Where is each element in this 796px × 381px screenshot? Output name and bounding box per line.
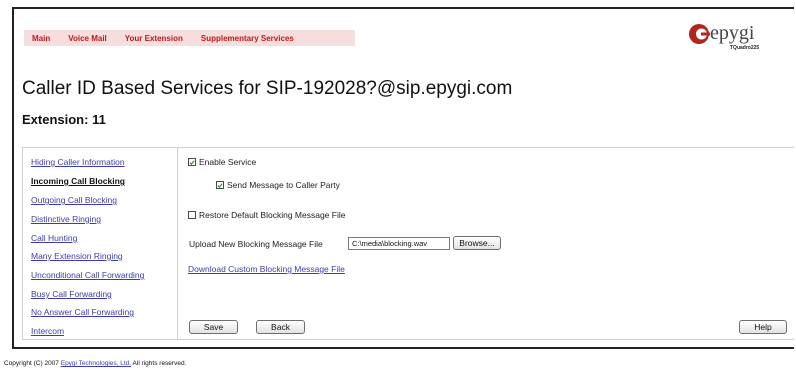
logo-model: TQuadro225 (730, 45, 760, 51)
enable-service-label: Enable Service (199, 157, 257, 167)
send-message-label: Send Message to Caller Party (227, 180, 340, 190)
footer-company-link[interactable]: Epygi Technologies, Ltd. (61, 360, 131, 367)
restore-default-label: Restore Default Blocking Message File (199, 210, 346, 220)
upload-label: Upload New Blocking Message File (189, 239, 323, 249)
restore-default-row: Restore Default Blocking Message File (188, 210, 345, 220)
checkmark-icon (189, 159, 195, 165)
nav-your-extension[interactable]: Your Extension (125, 34, 183, 43)
restore-default-checkbox[interactable] (188, 211, 196, 219)
sidebar-item-distinctive-ringing[interactable]: Distinctive Ringing (31, 214, 101, 224)
sidebar-item-outgoing-call-blocking[interactable]: Outgoing Call Blocking (31, 195, 117, 205)
extension-title: Extension: 11 (22, 112, 106, 127)
sidebar-item-call-hunting[interactable]: Call Hunting (31, 233, 77, 243)
nav-voice-mail[interactable]: Voice Mail (68, 34, 107, 43)
epygi-logo-icon (689, 24, 710, 44)
footer-copyright: Copyright (C) 2007 (4, 360, 59, 367)
page-title: Caller ID Based Services for SIP-192028?… (22, 78, 513, 99)
nav-main[interactable]: Main (32, 34, 50, 43)
checkmark-icon (217, 182, 223, 188)
top-navigation: Main Voice Mail Your Extension Supplemen… (24, 30, 355, 46)
sidebar-item-incoming-call-blocking[interactable]: Incoming Call Blocking (31, 176, 125, 186)
footer-rights: All rights reserved. (132, 360, 187, 367)
send-message-checkbox[interactable] (216, 181, 224, 189)
save-button[interactable]: Save (189, 320, 238, 334)
send-message-row: Send Message to Caller Party (216, 180, 340, 190)
upload-file-input[interactable]: C:\media\blocking.wav (348, 237, 450, 250)
footer: Copyright (C) 2007 Epygi Technologies, L… (4, 360, 186, 367)
sidebar: Hiding Caller Information Incoming Call … (22, 147, 178, 340)
back-button[interactable]: Back (256, 320, 305, 334)
enable-service-row: Enable Service (188, 157, 256, 167)
help-button[interactable]: Help (739, 320, 787, 334)
sidebar-item-unconditional-call-forwarding[interactable]: Unconditional Call Forwarding (31, 270, 144, 280)
browse-button[interactable]: Browse... (453, 236, 501, 250)
logo-text: epygi (710, 22, 755, 44)
brand-logo: epygi TQuadro225 (688, 21, 794, 51)
sidebar-item-no-answer-call-forwarding[interactable]: No Answer Call Forwarding (31, 307, 134, 317)
sidebar-item-intercom[interactable]: Intercom (31, 326, 64, 336)
enable-service-checkbox[interactable] (188, 158, 196, 166)
sidebar-item-hiding-caller-information[interactable]: Hiding Caller Information (31, 157, 125, 167)
nav-supplementary-services[interactable]: Supplementary Services (201, 34, 294, 43)
sidebar-item-busy-call-forwarding[interactable]: Busy Call Forwarding (31, 289, 112, 299)
download-custom-message-link[interactable]: Download Custom Blocking Message File (188, 264, 345, 274)
sidebar-item-many-extension-ringing[interactable]: Many Extension Ringing (31, 251, 123, 261)
